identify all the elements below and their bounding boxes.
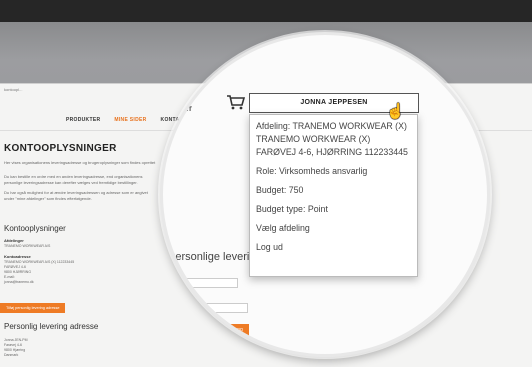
photo-stage: kontoopl... PRODUKTER MINE SIDER KONTAKT… xyxy=(0,0,532,367)
personal-delivery-heading: Personlig levering adresse xyxy=(4,322,99,331)
page-title: KONTOOPLYSNINGER xyxy=(4,143,117,154)
personal-line-4: Danmark xyxy=(4,353,19,357)
company-label: Afdelinger xyxy=(4,238,24,243)
lens-delivery-heading: Personlige levering xyxy=(168,251,262,263)
nav-produkter[interactable]: PRODUKTER xyxy=(66,117,100,123)
menu-select-department[interactable]: Vælg afdeling xyxy=(256,222,411,235)
lens-nav-kontakt[interactable]: KONTAKT xyxy=(163,107,192,113)
cart-icon-svg xyxy=(227,95,246,110)
page-desc-4: under "mine afdelinger" som findes efter… xyxy=(4,196,92,201)
menu-budget-type: Budget type: Point xyxy=(256,204,328,214)
user-menu-dropdown: Afdeling: TRANEMO WORKWEAR (X) TRANEMO W… xyxy=(249,114,418,277)
billing-label: Kontoadresse xyxy=(4,254,31,259)
menu-department-info: Afdeling: TRANEMO WORKWEAR (X) TRANEMO W… xyxy=(256,121,408,157)
account-heading: Kontooplysninger xyxy=(4,224,66,233)
page-desc-2: personlige leveringsadresse kan derefter… xyxy=(4,180,138,185)
menu-role: Role: Virksomheds ansvarlig xyxy=(256,166,368,176)
lens-name-label: Navn xyxy=(168,271,180,277)
dark-top-strip xyxy=(0,0,532,22)
menu-logout[interactable]: Log ud xyxy=(256,241,411,254)
add-personal-address-button[interactable]: Tilføj personlig levering adresse xyxy=(0,303,66,313)
nav-mine-sider[interactable]: MINE SIDER xyxy=(114,117,146,123)
page-intro: Her vises organisationens leveringsadres… xyxy=(4,160,156,165)
menu-budget: Budget: 750 xyxy=(256,185,304,195)
top-navigation: PRODUKTER MINE SIDER KONTAKT xyxy=(66,117,187,123)
address-bar[interactable]: kontoopl... xyxy=(4,87,22,92)
lens-dept-heading: Mine afdelinger xyxy=(168,335,244,347)
billing-line-5: jonna@tranemo.dk xyxy=(4,280,34,284)
lens-name-field[interactable] xyxy=(168,278,238,288)
hand-cursor-icon: ☝ xyxy=(386,103,405,120)
company-value: TRANEMO WORKWEAR A/S xyxy=(4,244,51,248)
lens-email-field[interactable] xyxy=(168,303,248,313)
cart-icon[interactable] xyxy=(227,95,246,114)
